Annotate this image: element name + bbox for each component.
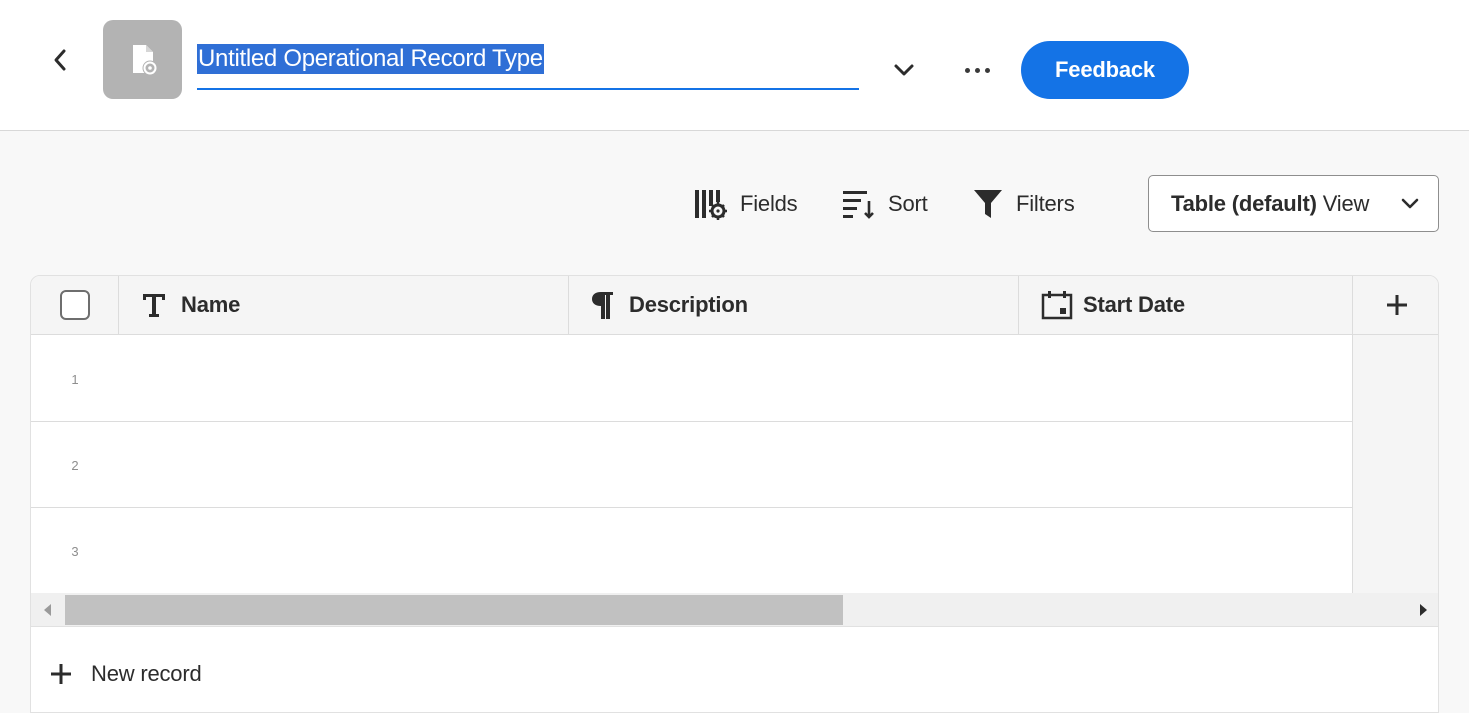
record-type-title-field[interactable]: Untitled Operational Record Type [197, 42, 859, 90]
new-record-label: New record [91, 661, 202, 686]
chevron-left-icon [54, 49, 66, 71]
plus-icon [51, 664, 71, 684]
column-header-start-date[interactable]: Start Date [1019, 276, 1353, 334]
records-table: Name Description Start Date 1 2 3 New re… [30, 275, 1439, 713]
calendar-icon [1041, 291, 1073, 320]
fields-label: Fields [740, 191, 798, 216]
fields-settings-icon [695, 190, 727, 220]
scroll-right-arrow-icon[interactable] [1416, 603, 1430, 617]
table-row[interactable]: 3 [31, 508, 1352, 594]
more-dot-icon [964, 67, 970, 73]
add-column-area [1352, 335, 1438, 593]
column-header-name[interactable]: Name [119, 276, 569, 334]
page-header: Untitled Operational Record Type Feedbac… [0, 0, 1469, 131]
column-header-label: Name [181, 292, 241, 317]
more-dot-icon [984, 67, 990, 73]
sort-button[interactable]: Sort [842, 186, 928, 222]
filter-funnel-icon [974, 190, 1002, 218]
title-dropdown-button[interactable] [888, 55, 920, 85]
sort-label: Sort [888, 191, 928, 216]
row-number: 2 [71, 457, 79, 473]
row-number: 1 [71, 371, 79, 387]
select-all-checkbox[interactable] [59, 290, 90, 320]
row-number: 3 [71, 543, 79, 559]
filters-button[interactable]: Filters [972, 186, 1075, 222]
feedback-button[interactable]: Feedback [1021, 41, 1189, 99]
filters-label: Filters [1016, 191, 1075, 216]
scrollbar-thumb[interactable] [65, 595, 843, 625]
fields-button[interactable]: Fields [694, 186, 798, 222]
plus-icon [1386, 295, 1407, 315]
column-header-label: Start Date [1083, 292, 1185, 317]
sort-icon [843, 191, 874, 219]
horizontal-scrollbar[interactable] [31, 593, 1438, 627]
more-dot-icon [974, 67, 980, 73]
view-select[interactable]: Table (default) View [1148, 175, 1439, 232]
add-column-button[interactable] [1353, 276, 1438, 334]
chevron-down-icon [1401, 198, 1419, 209]
view-select-value: Table (default) [1171, 190, 1317, 216]
view-select-suffix: View [1322, 190, 1370, 216]
new-record-button[interactable]: New record [49, 656, 202, 692]
more-actions-button[interactable] [956, 55, 998, 85]
chevron-down-icon [894, 64, 914, 76]
record-type-title-text[interactable]: Untitled Operational Record Type [197, 44, 544, 74]
text-type-icon [143, 294, 165, 317]
table-row[interactable]: 2 [31, 422, 1352, 508]
column-header-label: Description [629, 292, 748, 317]
table-header: Name Description Start Date [31, 276, 1438, 335]
record-type-icon-button[interactable] [103, 20, 182, 99]
table-row[interactable]: 1 [31, 336, 1352, 422]
back-button[interactable] [44, 44, 76, 76]
paragraph-icon [592, 292, 613, 319]
operational-record-icon [132, 44, 157, 75]
column-header-description[interactable]: Description [569, 276, 1019, 334]
select-all-cell [31, 276, 119, 334]
scroll-left-arrow-icon[interactable] [41, 603, 55, 617]
